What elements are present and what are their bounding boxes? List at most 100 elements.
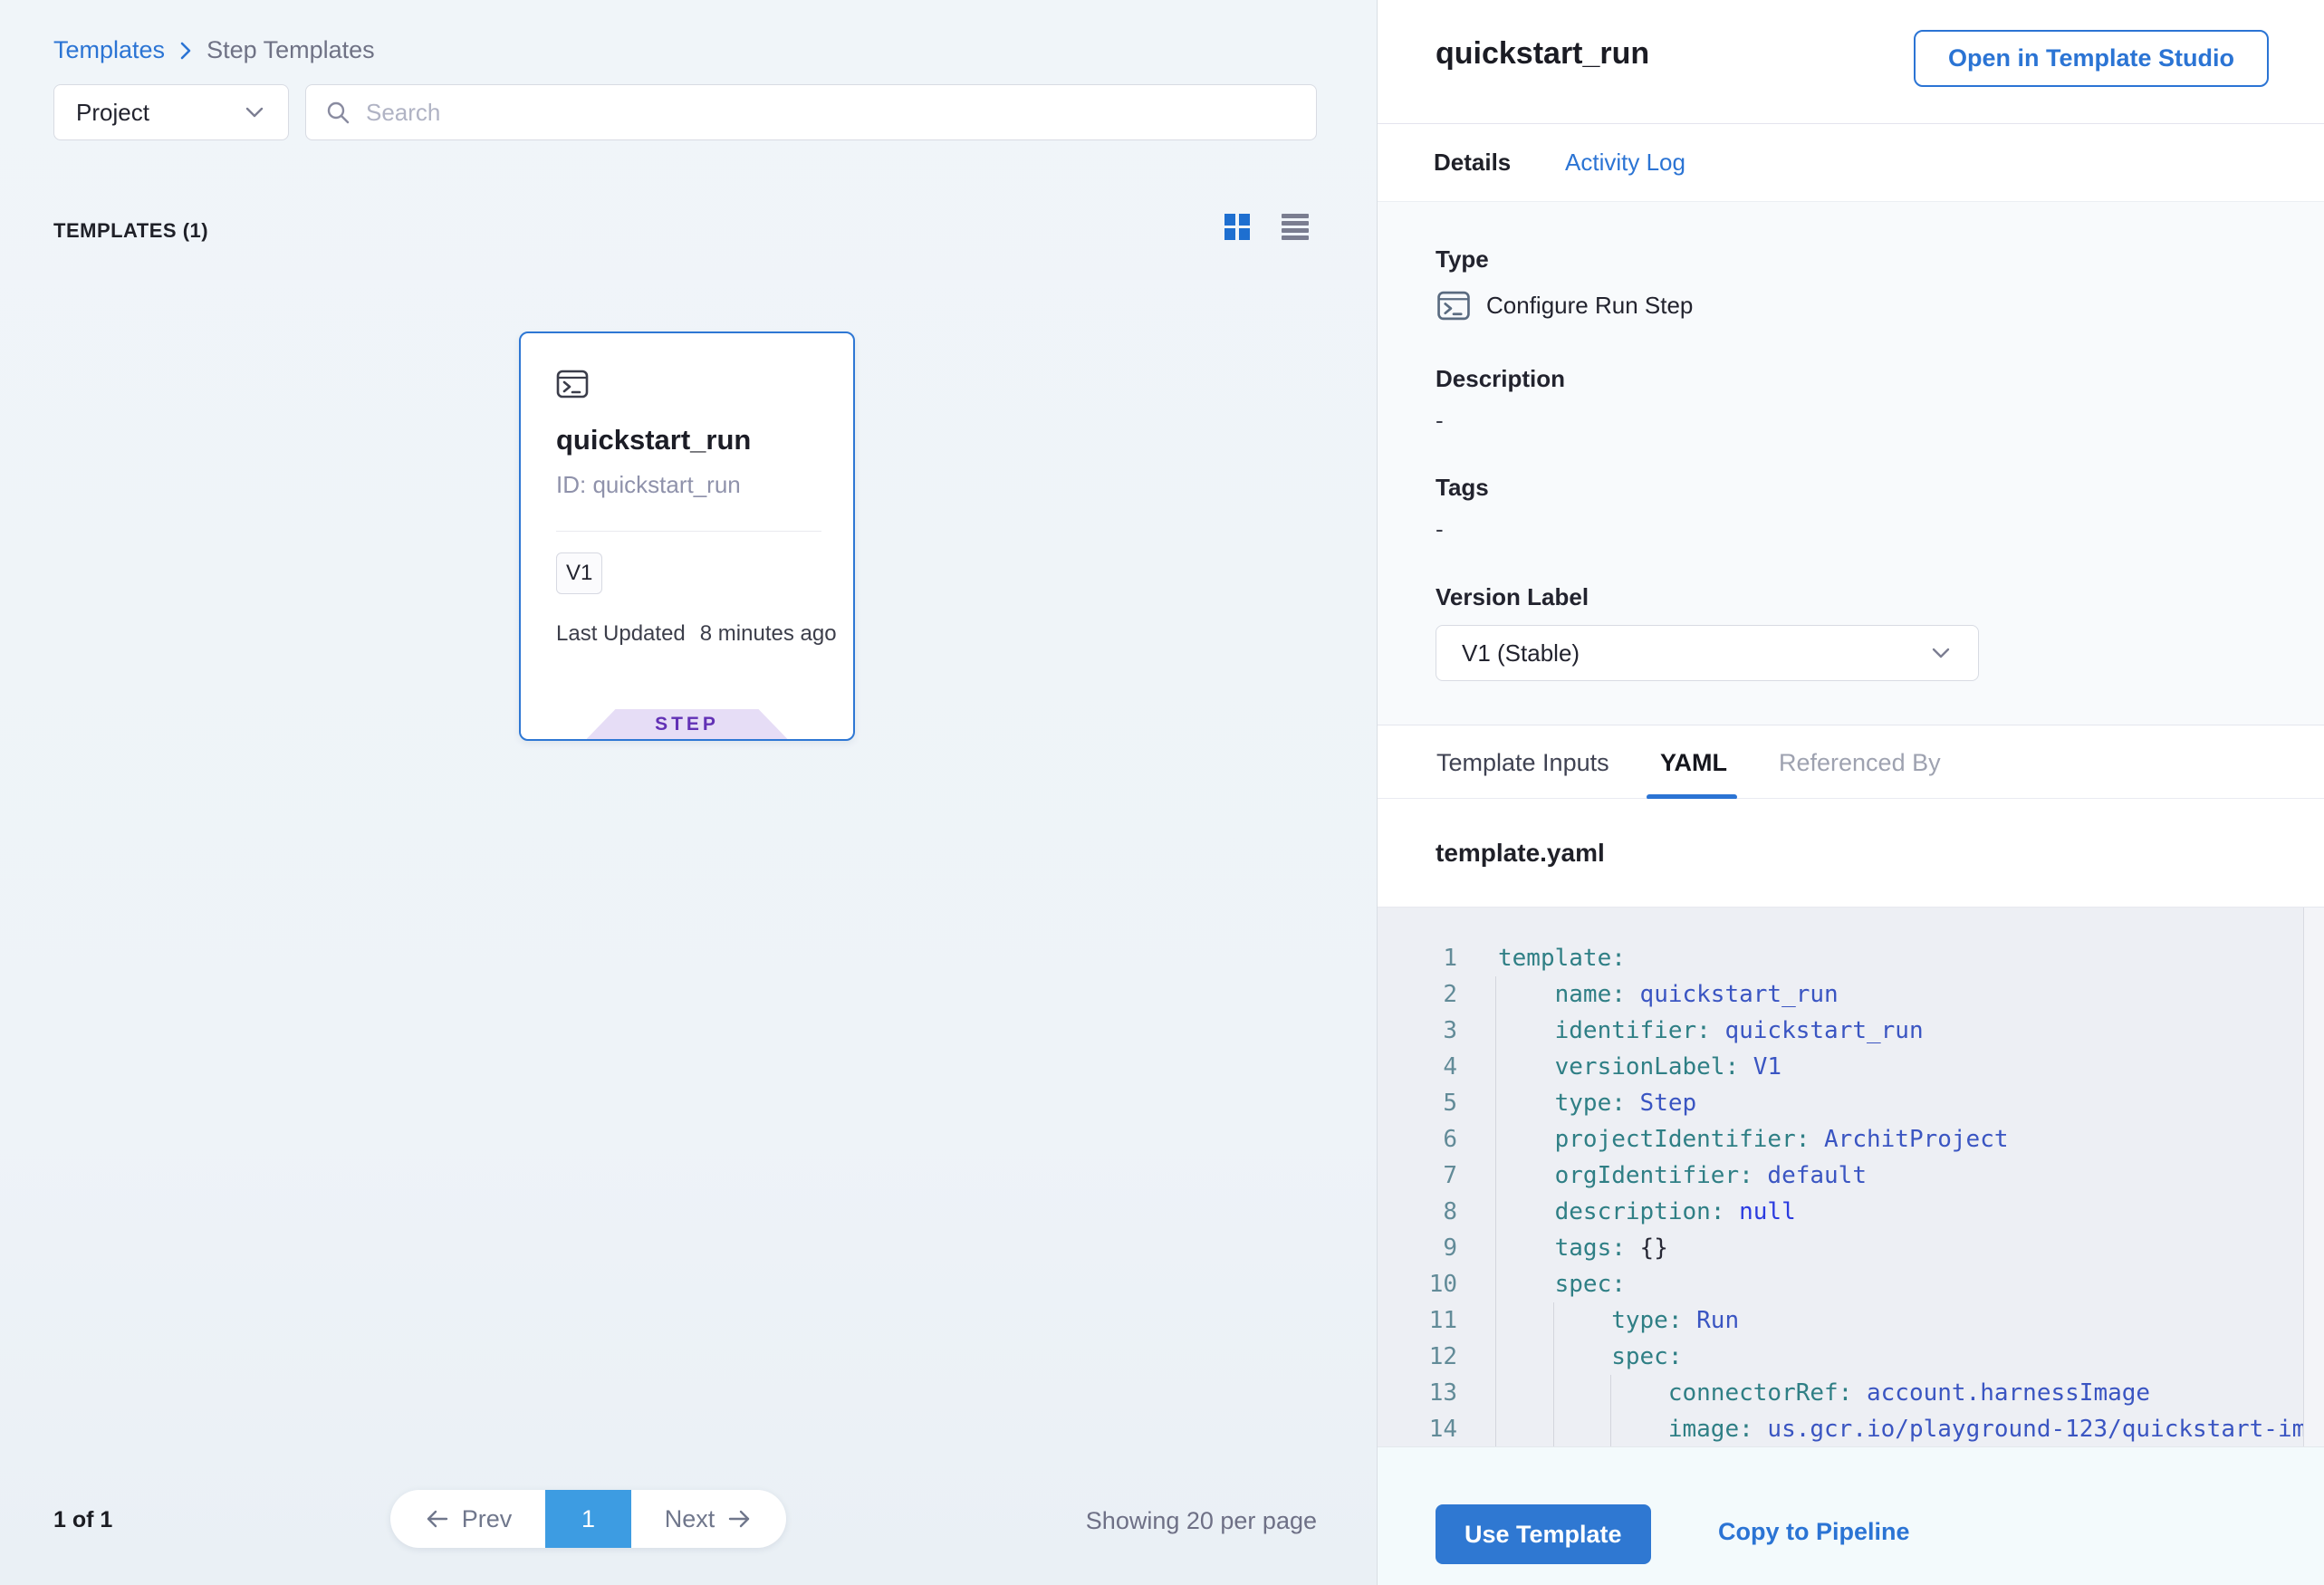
details-tabs: Details Activity Log <box>1378 124 2324 201</box>
yaml-line-code: type: Step <box>1498 1090 1696 1117</box>
last-updated-value: 8 minutes ago <box>700 621 837 647</box>
yaml-line-code: projectIdentifier: ArchitProject <box>1498 1126 2009 1153</box>
template-card-title: quickstart_run <box>556 424 751 456</box>
yaml-line: 14 image: us.gcr.io/playground-123/quick… <box>1378 1411 2324 1446</box>
yaml-line: 5 type: Step <box>1378 1085 2324 1121</box>
details-header: quickstart_run Open in Template Studio <box>1378 0 2324 124</box>
line-number: 13 <box>1378 1379 1457 1407</box>
search-box <box>305 84 1317 140</box>
yaml-line-code: type: Run <box>1498 1307 1739 1334</box>
terminal-run-step-icon <box>556 368 589 400</box>
prev-page-label: Prev <box>462 1505 513 1533</box>
last-updated-label: Last Updated <box>556 621 686 647</box>
chevron-down-icon <box>243 105 266 120</box>
line-number: 9 <box>1378 1234 1457 1262</box>
yaml-line-code: versionLabel: V1 <box>1498 1053 1781 1081</box>
current-page-button[interactable]: 1 <box>545 1490 631 1548</box>
yaml-code-lines: 1template:2 name: quickstart_run3 identi… <box>1378 940 2324 1446</box>
type-label: Type <box>1436 245 1489 274</box>
version-select[interactable]: V1 (Stable) <box>1436 625 1979 681</box>
yaml-line: 6 projectIdentifier: ArchitProject <box>1378 1121 2324 1158</box>
panel-title: quickstart_run <box>1436 36 1649 72</box>
yaml-line-code: identifier: quickstart_run <box>1498 1017 1924 1044</box>
scope-select-value: Project <box>76 99 149 127</box>
yaml-line-code: name: quickstart_run <box>1498 981 1839 1008</box>
next-page-button[interactable]: Next <box>631 1490 786 1548</box>
tags-label: Tags <box>1436 474 1489 502</box>
tab-details[interactable]: Details <box>1434 124 1511 201</box>
scope-select[interactable]: Project <box>53 84 289 140</box>
breadcrumb-templates-link[interactable]: Templates <box>53 36 165 64</box>
search-icon <box>324 99 351 126</box>
pagination: Prev 1 Next <box>390 1490 786 1548</box>
yaml-line-code: image: us.gcr.io/playground-123/quicksta… <box>1498 1416 2324 1443</box>
yaml-line: 7 orgIdentifier: default <box>1378 1158 2324 1194</box>
tab-yaml[interactable]: YAML <box>1660 725 1727 800</box>
line-number: 10 <box>1378 1271 1457 1298</box>
type-value: Configure Run Step <box>1486 292 1693 320</box>
line-number: 2 <box>1378 981 1457 1008</box>
tab-activity-log[interactable]: Activity Log <box>1565 124 1685 201</box>
yaml-line-code: orgIdentifier: default <box>1498 1162 1867 1189</box>
per-page-text: Showing 20 per page <box>1086 1507 1317 1535</box>
yaml-line-code: connectorRef: account.harnessImage <box>1498 1379 2150 1407</box>
line-number: 14 <box>1378 1416 1457 1443</box>
line-number: 8 <box>1378 1198 1457 1225</box>
use-template-button[interactable]: Use Template <box>1436 1504 1651 1564</box>
templates-list-panel: Templates Step Templates Project TEMPLAT… <box>0 0 1377 1585</box>
page-summary: 1 of 1 <box>53 1507 112 1533</box>
arrow-right-icon <box>725 1508 753 1530</box>
open-template-studio-button[interactable]: Open in Template Studio <box>1914 30 2269 87</box>
yaml-section-tabs: Template Inputs YAML Referenced By <box>1378 725 2324 799</box>
yaml-line-code: spec: <box>1498 1271 1626 1298</box>
line-number: 1 <box>1378 945 1457 972</box>
template-details-panel: quickstart_run Open in Template Studio D… <box>1377 0 2324 1585</box>
search-input[interactable] <box>366 99 1298 127</box>
copy-to-pipeline-button[interactable]: Copy to Pipeline <box>1718 1518 1910 1546</box>
yaml-line-code: description: null <box>1498 1198 1796 1225</box>
yaml-line-code: spec: <box>1498 1343 1683 1370</box>
card-last-updated: Last Updated 8 minutes ago <box>556 621 837 647</box>
tab-template-inputs[interactable]: Template Inputs <box>1436 725 1609 800</box>
line-number: 4 <box>1378 1053 1457 1081</box>
yaml-code-editor[interactable]: 1template:2 name: quickstart_run3 identi… <box>1378 908 2324 1446</box>
chevron-right-icon <box>176 39 196 62</box>
editor-scrollbar[interactable] <box>2303 908 2324 1446</box>
tags-value: - <box>1436 515 1444 543</box>
card-divider <box>556 531 821 532</box>
grid-view-icon[interactable] <box>1223 212 1253 241</box>
template-card[interactable]: quickstart_run ID: quickstart_run V1 Las… <box>519 331 855 741</box>
line-number: 3 <box>1378 1017 1457 1044</box>
yaml-line: 12 spec: <box>1378 1339 2324 1375</box>
yaml-line: 10 spec: <box>1378 1266 2324 1302</box>
yaml-line-code: template: <box>1498 945 1626 972</box>
yaml-line: 2 name: quickstart_run <box>1378 976 2324 1013</box>
line-number: 6 <box>1378 1126 1457 1153</box>
yaml-line: 9 tags: {} <box>1378 1230 2324 1266</box>
view-toggles <box>1223 212 1311 241</box>
breadcrumb-current: Step Templates <box>206 36 375 64</box>
yaml-file-bar: template.yaml <box>1378 799 2324 908</box>
arrow-left-icon <box>424 1508 451 1530</box>
tab-referenced-by[interactable]: Referenced By <box>1779 725 1941 800</box>
line-number: 5 <box>1378 1090 1457 1117</box>
yaml-line: 8 description: null <box>1378 1194 2324 1230</box>
description-value: - <box>1436 407 1444 435</box>
prev-page-button[interactable]: Prev <box>390 1490 545 1548</box>
step-type-flag: STEP <box>587 709 788 739</box>
yaml-line: 4 versionLabel: V1 <box>1378 1049 2324 1085</box>
line-number: 11 <box>1378 1307 1457 1334</box>
type-value-row: Configure Run Step <box>1436 289 1693 322</box>
version-select-value: V1 (Stable) <box>1462 639 1580 668</box>
line-number: 12 <box>1378 1343 1457 1370</box>
line-number: 7 <box>1378 1162 1457 1189</box>
terminal-run-step-icon <box>1436 289 1472 322</box>
templates-count-title: TEMPLATES (1) <box>53 219 208 243</box>
yaml-line: 11 type: Run <box>1378 1302 2324 1339</box>
list-view-icon[interactable] <box>1281 212 1311 241</box>
chevron-down-icon <box>1929 646 1953 660</box>
yaml-line: 3 identifier: quickstart_run <box>1378 1013 2324 1049</box>
breadcrumb: Templates Step Templates <box>53 36 375 64</box>
yaml-file-name: template.yaml <box>1436 839 1605 868</box>
description-label: Description <box>1436 365 1565 393</box>
